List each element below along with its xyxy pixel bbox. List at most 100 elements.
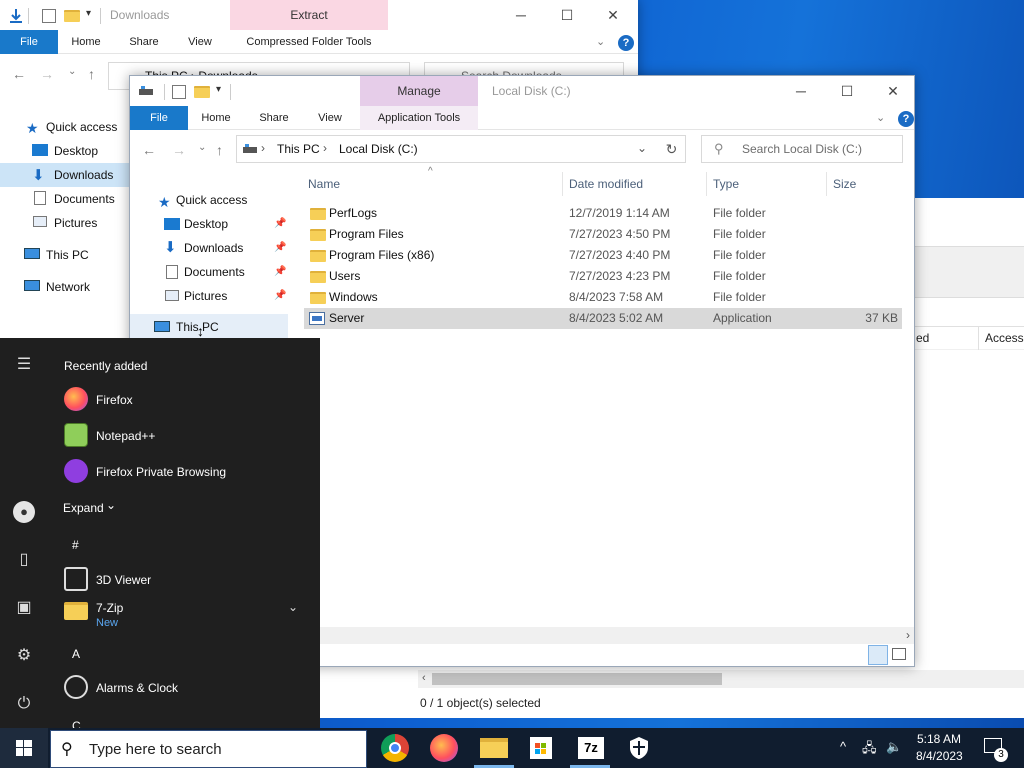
tab-home[interactable]: Home [62, 30, 110, 54]
letter-header-a[interactable]: A [72, 647, 80, 661]
app-alarms-clock[interactable]: Alarms & Clock [96, 681, 178, 695]
title-bar[interactable]: ▾ Manage Local Disk (C:) ─ ☐ ✕ [130, 76, 916, 130]
qa-dropdown-icon[interactable]: ▾ [86, 8, 91, 19]
app-firefox[interactable]: Firefox [96, 393, 133, 407]
file-explorer-icon[interactable] [480, 738, 508, 758]
table-row[interactable]: Windows 8/4/2023 7:58 AM File folder [304, 287, 902, 308]
qa-dropdown-icon[interactable]: ▾ [216, 84, 221, 95]
app-firefox-private-browsing[interactable]: Firefox Private Browsing [96, 465, 226, 479]
close-button[interactable]: ✕ [870, 76, 916, 106]
maximize-button[interactable]: ☐ [544, 0, 590, 30]
forward-arrow-icon[interactable]: → [40, 66, 54, 82]
close-button[interactable]: ✕ [590, 0, 636, 30]
recent-dropdown-icon[interactable]: ⌄ [68, 66, 76, 77]
new-folder-icon[interactable] [64, 10, 80, 22]
up-arrow-icon[interactable]: ↑ [88, 66, 95, 82]
h-scroll-thumb[interactable] [432, 673, 722, 685]
chevron-down-icon[interactable]: ⌄ [288, 600, 298, 614]
taskbar-search-box[interactable]: ⚲ Type here to search [50, 730, 367, 768]
chrome-icon[interactable] [381, 734, 409, 762]
nav-desktop[interactable]: Desktop [184, 212, 228, 236]
minimize-button[interactable]: ─ [778, 76, 824, 106]
pictures-icon[interactable]: ▣ [14, 598, 34, 618]
nav-pictures[interactable]: Pictures [54, 211, 97, 235]
chevron-down-icon[interactable]: ⌄ [106, 498, 116, 512]
minimize-button[interactable]: ─ [498, 0, 544, 30]
nav-quick-access[interactable]: Quick access [176, 188, 247, 212]
col-type[interactable]: Type [713, 172, 739, 196]
network-icon[interactable]: 🖧 [862, 739, 877, 761]
tab-view[interactable]: View [178, 30, 222, 54]
hamburger-menu-icon[interactable]: ☰ [14, 355, 34, 375]
help-icon[interactable]: ? [618, 35, 634, 51]
nav-downloads[interactable]: Downloads [54, 163, 113, 187]
table-row[interactable]: Program Files 7/27/2023 4:50 PM File fol… [304, 224, 902, 245]
h-scrollbar[interactable]: ‹ [418, 670, 1024, 688]
recent-dropdown-icon[interactable]: ⌄ [198, 142, 206, 153]
properties-icon[interactable] [42, 9, 56, 23]
details-view-icon[interactable] [868, 645, 888, 665]
ribbon-collapse-icon[interactable]: ⌄ [876, 111, 885, 124]
breadcrumb-local-disk[interactable]: Local Disk (C:) [339, 142, 418, 156]
col-size[interactable]: Size [833, 172, 856, 196]
tab-view[interactable]: View [308, 106, 352, 130]
nav-this-pc[interactable]: This PC [46, 243, 89, 267]
table-row-selected[interactable]: Server 8/4/2023 5:02 AM Application 37 K… [304, 308, 902, 329]
h-scrollbar[interactable]: › [320, 627, 914, 644]
nav-network[interactable]: Network [46, 275, 90, 299]
tab-compressed-folder-tools[interactable]: Compressed Folder Tools [234, 30, 384, 54]
table-row[interactable]: Program Files (x86) 7/27/2023 4:40 PM Fi… [304, 245, 902, 266]
tab-application-tools[interactable]: Application Tools [360, 106, 478, 130]
scroll-left-icon[interactable]: ‹ [422, 672, 426, 684]
tab-share[interactable]: Share [120, 30, 168, 54]
col-date-modified[interactable]: Date modified [569, 172, 643, 196]
help-icon[interactable]: ? [898, 111, 914, 127]
power-icon[interactable]: ⏻ [14, 694, 34, 714]
app-3d-viewer[interactable]: 3D Viewer [96, 573, 151, 587]
forward-arrow-icon[interactable]: → [172, 142, 186, 158]
search-box[interactable]: ⚲ Search Local Disk (C:) [701, 135, 903, 163]
7-zip-icon[interactable]: 7z [578, 737, 604, 759]
tab-share[interactable]: Share [250, 106, 298, 130]
scroll-right-icon[interactable]: › [906, 628, 910, 642]
nav-documents[interactable]: Documents [184, 260, 245, 284]
address-bar[interactable]: › This PC › Local Disk (C:) ⌄ [236, 135, 686, 163]
app-7-zip[interactable]: 7-Zip [96, 601, 123, 615]
nav-downloads[interactable]: Downloads [184, 236, 243, 260]
table-row[interactable]: Users 7/27/2023 4:23 PM File folder [304, 266, 902, 287]
start-button[interactable] [0, 728, 48, 768]
refresh-icon[interactable]: ↻ [658, 135, 686, 163]
windows-security-icon[interactable] [628, 736, 650, 760]
title-bar[interactable]: ▾ Downloads Extract ─ ☐ ✕ [0, 0, 638, 54]
clock-date[interactable]: 8/4/2023 [916, 749, 963, 763]
expand-link[interactable]: Expand [63, 501, 104, 515]
nav-desktop[interactable]: Desktop [54, 139, 98, 163]
user-account-icon[interactable]: ● [13, 501, 35, 523]
up-arrow-icon[interactable]: ↑ [216, 142, 223, 158]
nav-pictures[interactable]: Pictures [184, 284, 227, 308]
tab-file[interactable]: File [0, 30, 58, 54]
chevron-up-icon[interactable]: ^ [840, 739, 846, 754]
app-notepad-plus-plus[interactable]: Notepad++ [96, 429, 155, 443]
breadcrumb-this-pc[interactable]: This PC [277, 142, 320, 156]
tab-file[interactable]: File [130, 106, 188, 130]
volume-icon[interactable]: 🔈 [886, 739, 902, 755]
maximize-button[interactable]: ☐ [824, 76, 870, 106]
new-folder-icon[interactable] [194, 86, 210, 98]
table-row[interactable]: PerfLogs 12/7/2019 1:14 AM File folder [304, 203, 902, 224]
store-icon[interactable] [530, 737, 552, 759]
ribbon-collapse-icon[interactable]: ⌄ [596, 35, 605, 48]
tab-home[interactable]: Home [192, 106, 240, 130]
settings-gear-icon[interactable]: ⚙ [14, 646, 34, 666]
properties-icon[interactable] [172, 85, 186, 99]
address-dropdown-icon[interactable]: ⌄ [637, 141, 647, 155]
nav-quick-access[interactable]: Quick access [46, 115, 117, 139]
back-arrow-icon[interactable]: ← [142, 142, 156, 158]
col-name[interactable]: Name [308, 172, 340, 196]
large-icons-view-icon[interactable] [892, 648, 906, 660]
nav-documents[interactable]: Documents [54, 187, 115, 211]
letter-header-hash[interactable]: # [72, 538, 79, 552]
back-arrow-icon[interactable]: ← [12, 66, 26, 82]
firefox-icon[interactable] [430, 734, 458, 762]
clock-time[interactable]: 5:18 AM [916, 732, 962, 746]
